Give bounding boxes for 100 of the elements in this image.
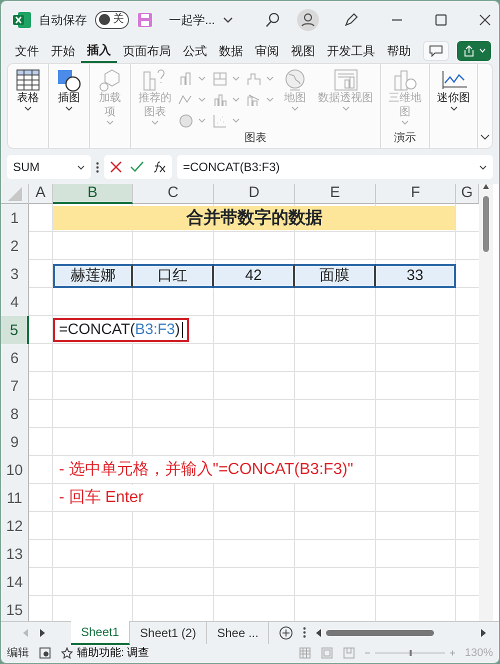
shapes-icon xyxy=(56,68,82,92)
group-label: 图表 xyxy=(244,130,268,146)
chevron-down-icon[interactable] xyxy=(480,134,490,140)
vertical-scrollbar-thumb[interactable] xyxy=(482,184,490,254)
comment-button[interactable] xyxy=(423,40,449,60)
menu-tab[interactable]: 页面布局 xyxy=(117,40,177,62)
function-icon xyxy=(152,160,166,173)
sheet-tab[interactable]: Sheet1 xyxy=(71,620,130,644)
column-header[interactable]: B xyxy=(53,184,133,204)
row-header[interactable]: 5 xyxy=(1,316,29,344)
chevron-down-icon xyxy=(291,106,300,111)
column-header[interactable]: C xyxy=(133,184,214,204)
ribbon-button[interactable]: 插图 xyxy=(52,68,86,146)
column-header[interactable]: G xyxy=(456,184,479,204)
title-cell: 合并带数字的数据 xyxy=(53,206,456,230)
chevron-down-icon xyxy=(77,164,85,170)
editing-cell[interactable]: =CONCAT(B3:F3) xyxy=(53,318,190,342)
sheet-tab[interactable]: Shee ... xyxy=(207,622,270,644)
check-icon[interactable] xyxy=(130,161,144,173)
menu-tab[interactable]: 视图 xyxy=(285,40,321,62)
row-header[interactable]: 14 xyxy=(1,568,29,596)
ribbon-button[interactable]: 表格 xyxy=(11,68,45,146)
column-header[interactable]: D xyxy=(214,184,295,204)
building-globe-icon xyxy=(392,68,418,92)
macro-record-icon[interactable] xyxy=(39,647,51,659)
chevron-down-icon xyxy=(65,106,73,111)
menu-tab[interactable]: 开始 xyxy=(45,40,81,62)
menu-tab[interactable]: 数据 xyxy=(213,40,249,62)
star-icon xyxy=(61,647,73,659)
chevron-down-icon xyxy=(478,48,486,53)
row-header[interactable]: 2 xyxy=(1,232,29,260)
excel-logo-icon[interactable] xyxy=(13,10,31,28)
menu-tab[interactable]: 公式 xyxy=(177,40,213,62)
group-label: 演示 xyxy=(393,130,418,146)
zoom-slider[interactable] xyxy=(364,648,455,658)
comment-icon xyxy=(429,44,443,56)
close-icon[interactable] xyxy=(479,14,492,26)
share-icon xyxy=(462,44,474,56)
chevron-down-icon xyxy=(232,97,240,102)
table-cell[interactable]: 面膜 xyxy=(295,264,376,288)
accessibility-button[interactable]: 辅助功能: 调查 xyxy=(61,644,150,662)
row-header[interactable]: 13 xyxy=(1,540,29,568)
chart-type-icon xyxy=(246,70,262,87)
chevron-down-icon xyxy=(24,106,32,111)
table-cell[interactable]: 42 xyxy=(214,264,295,288)
horizontal-scrollbar[interactable] xyxy=(316,628,486,638)
chart-type-icon xyxy=(212,112,228,129)
table-cell[interactable]: 赫莲娜 xyxy=(53,264,133,288)
row-header[interactable]: 12 xyxy=(1,512,29,540)
row-header[interactable]: 8 xyxy=(1,400,29,428)
chevron-down-icon xyxy=(198,76,206,82)
menu-tab[interactable]: 审阅 xyxy=(249,40,285,62)
menu-tab[interactable]: 开发工具 xyxy=(321,40,381,62)
table-cell[interactable]: 33 xyxy=(376,264,456,288)
row-header[interactable]: 6 xyxy=(1,344,29,372)
chart-type-icon xyxy=(212,92,228,108)
scroll-right-icon[interactable] xyxy=(39,628,45,636)
pen-icon[interactable] xyxy=(343,12,360,28)
row-header[interactable]: 3 xyxy=(1,260,29,288)
user-avatar-icon[interactable] xyxy=(297,8,320,30)
menu-tab[interactable]: 帮助 xyxy=(381,40,417,62)
column-header[interactable]: A xyxy=(29,184,53,204)
column-header[interactable]: F xyxy=(376,184,456,204)
row-header[interactable]: 1 xyxy=(1,204,29,232)
status-mode: 编辑 xyxy=(7,646,29,661)
formula-field[interactable]: =CONCAT(B3:F3) xyxy=(177,155,493,179)
table-cell[interactable]: 口红 xyxy=(133,264,214,288)
maximize-icon[interactable] xyxy=(435,14,448,26)
save-icon[interactable] xyxy=(137,12,153,28)
drag-handle-icon[interactable] xyxy=(303,627,306,638)
name-box[interactable]: SUM xyxy=(7,155,91,179)
drag-handle-icon[interactable] xyxy=(96,162,99,172)
row-header[interactable]: 15 xyxy=(1,596,29,621)
autosave-toggle[interactable]: 关 xyxy=(95,10,129,28)
chevron-down-icon[interactable] xyxy=(223,16,234,24)
chevron-down-icon xyxy=(479,164,487,170)
row-header[interactable]: 10 xyxy=(1,456,29,484)
row-header[interactable]: 9 xyxy=(1,428,29,456)
chevron-down-icon xyxy=(342,106,350,111)
ribbon-button[interactable]: 迷你图 xyxy=(433,68,474,146)
chevron-down-icon xyxy=(151,120,160,124)
menu-tab[interactable]: 文件 xyxy=(9,40,45,62)
chevron-down-icon xyxy=(232,76,240,82)
chevron-down-icon xyxy=(106,120,114,124)
table-icon xyxy=(15,68,41,92)
chevron-down-icon xyxy=(266,76,274,82)
row-header[interactable]: 7 xyxy=(1,372,29,400)
column-header[interactable]: E xyxy=(295,184,376,204)
search-icon[interactable] xyxy=(265,12,282,28)
zoom-slider-thumb[interactable] xyxy=(410,650,412,656)
sheet-tab[interactable]: Sheet1 (2) xyxy=(130,622,208,644)
cancel-icon[interactable] xyxy=(110,161,122,173)
line-chart-icon xyxy=(440,68,467,92)
share-button[interactable] xyxy=(457,40,491,60)
autosave-label: 自动保存 xyxy=(39,12,87,28)
add-sheet-icon[interactable] xyxy=(279,626,294,640)
chevron-down-icon xyxy=(266,97,274,102)
row-header[interactable]: 4 xyxy=(1,288,29,316)
document-title[interactable]: 一起学... xyxy=(169,10,216,28)
row-header[interactable]: 11 xyxy=(1,484,29,512)
